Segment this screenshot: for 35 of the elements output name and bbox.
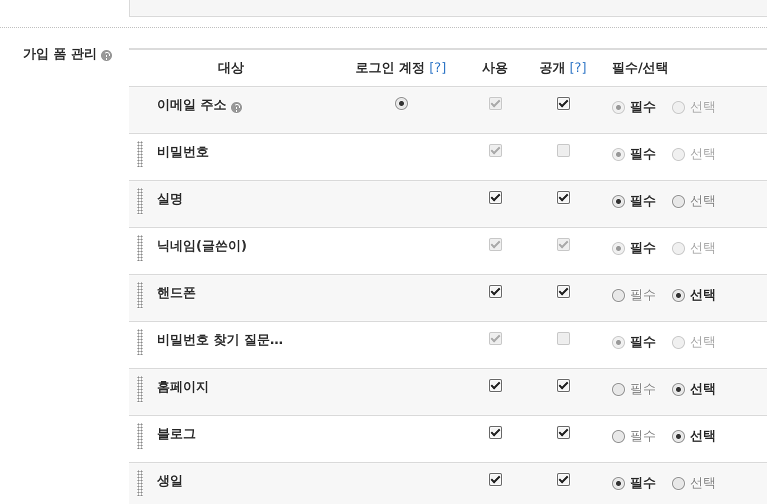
field-name: 홈페이지 xyxy=(157,379,209,396)
field-name: 닉네임(글쓴이) xyxy=(157,238,247,255)
option-label: 선택 xyxy=(690,381,716,398)
field-name: 생일 xyxy=(157,473,183,490)
column-header: 사용 xyxy=(481,60,509,77)
field-name: 비밀번호 xyxy=(157,144,209,161)
option-label: 필수 xyxy=(630,475,656,492)
option-label: 필수 xyxy=(630,334,656,351)
option-label: 필수 xyxy=(630,428,656,445)
help-link[interactable]: [?] xyxy=(429,61,446,76)
option-label: 필수 xyxy=(630,146,656,163)
option-label: 선택 xyxy=(690,146,716,163)
option-label: 선택 xyxy=(690,428,716,445)
section-label: 가입 폼 관리 xyxy=(23,46,98,64)
column-header: 필수/선택 xyxy=(611,60,670,77)
option-label: 필수 xyxy=(630,99,656,116)
option-label: 필수 xyxy=(630,381,656,398)
column-header: 공개 [?] xyxy=(538,60,588,77)
option-label: 선택 xyxy=(690,193,716,210)
option-label: 선택 xyxy=(690,287,716,304)
option-label: 필수 xyxy=(630,193,656,210)
field-name: 핸드폰 xyxy=(157,285,196,302)
help-link[interactable]: [?] xyxy=(569,61,587,76)
option-label: 필수 xyxy=(630,240,656,257)
field-name: 이메일 주소 xyxy=(157,96,242,114)
field-name: 실명 xyxy=(157,191,183,208)
column-header: 로그인 계정 [?] xyxy=(354,60,448,77)
column-header: 대상 xyxy=(217,60,245,77)
field-name: 블로그 xyxy=(157,426,196,443)
option-label: 선택 xyxy=(690,334,716,351)
option-label: 선택 xyxy=(690,99,716,116)
option-label: 선택 xyxy=(690,240,716,257)
field-name: 비밀번호 찾기 질문… xyxy=(157,332,284,349)
option-label: 선택 xyxy=(690,475,716,492)
option-label: 필수 xyxy=(630,287,656,304)
